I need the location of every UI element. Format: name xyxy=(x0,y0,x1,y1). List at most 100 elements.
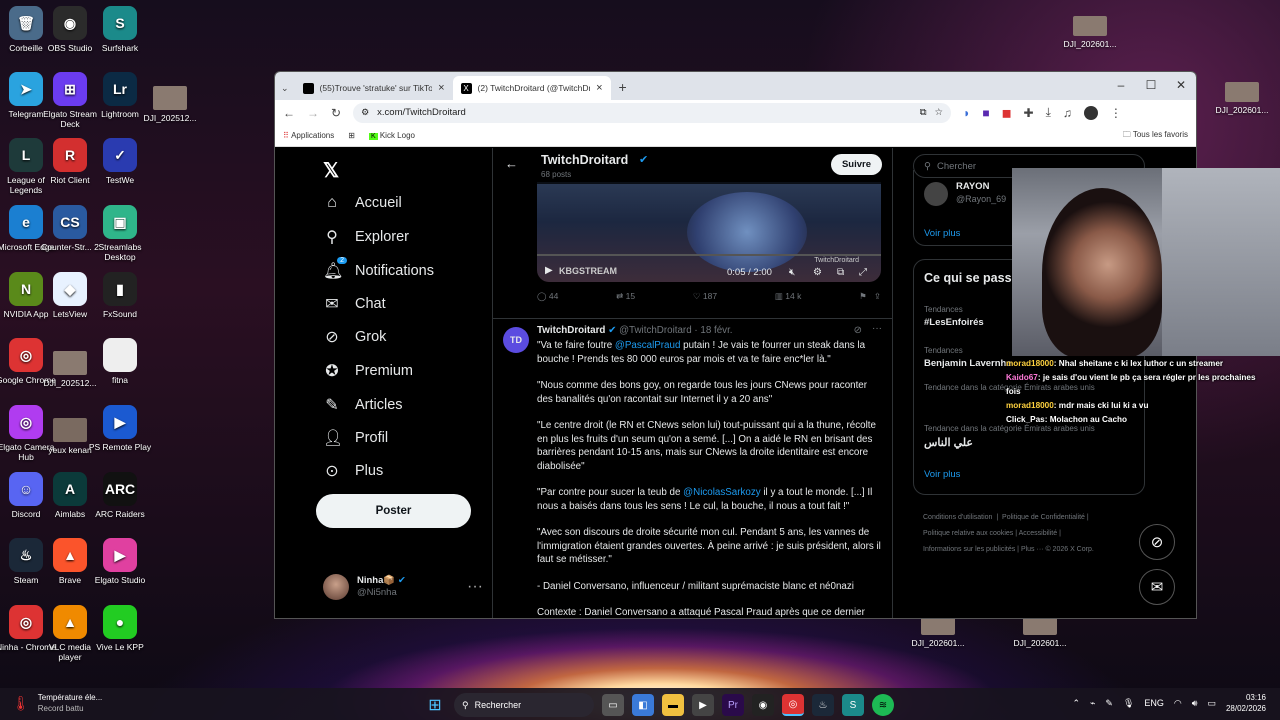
bookmark-kick[interactable]: K Kick Logo xyxy=(368,131,415,140)
taskbar-search[interactable]: ⚲ Rechercher xyxy=(454,693,594,717)
share-icon[interactable]: ⇪ xyxy=(874,291,881,301)
desktop-icon[interactable]: ▣ Streamlabs Desktop xyxy=(88,205,152,262)
more-dots-icon[interactable]: ··· xyxy=(467,578,483,596)
suggested-name[interactable]: RAYON xyxy=(956,181,989,192)
nav-notifications[interactable]: 🔔︎ 2 Notifications xyxy=(323,256,434,286)
desktop-icon[interactable]: ✓ TestWe xyxy=(88,138,152,185)
desktop-icon[interactable]: ▶ PS Remote Play xyxy=(88,405,152,452)
footer-link[interactable]: Conditions d'utilisation xyxy=(923,514,992,521)
tab-search-icon[interactable]: ⌄ xyxy=(281,83,289,94)
more-dots-icon[interactable]: ··· xyxy=(872,323,882,334)
desktop-icon[interactable]: ▮ FxSound xyxy=(88,272,152,319)
tab-x[interactable]: X (2) TwitchDroitard (@TwitchDro × xyxy=(452,76,611,100)
forward-icon[interactable]: → xyxy=(307,106,319,120)
steam-icon[interactable]: ♨ xyxy=(812,694,834,716)
nav-home[interactable]: ⌂ Accueil xyxy=(323,188,402,218)
nav-explore[interactable]: ⚲ Explorer xyxy=(323,222,409,252)
fullscreen-icon[interactable]: ⤢ xyxy=(859,267,867,278)
reload-icon[interactable]: ↻ xyxy=(331,106,341,120)
all-bookmarks[interactable]: 🗀 Tous les favoris xyxy=(1123,129,1188,143)
bookmark-star-icon[interactable]: ☆ xyxy=(935,107,944,118)
mute-icon[interactable]: 🔇︎ xyxy=(789,267,795,278)
mention-link[interactable]: @PascalPraud xyxy=(615,340,681,351)
nav-articles[interactable]: ✎ Articles xyxy=(323,390,402,420)
video-player[interactable]: ▶ KBGSTREAM TwitchDroitard 0:05 / 2:00 🔇… xyxy=(537,182,881,282)
media-icon[interactable]: ♫ xyxy=(1063,106,1072,120)
close-tab-icon[interactable]: × xyxy=(438,82,444,94)
site-info-icon[interactable]: ⚙ xyxy=(361,107,369,118)
nav-profile[interactable]: 👤︎ Profil xyxy=(323,423,388,453)
notification-widget[interactable]: 🌡︎ Température éle... Record battu xyxy=(12,692,102,714)
views-button[interactable]: ▥ 14 k xyxy=(775,291,801,302)
nav-more[interactable]: ⊙ Plus xyxy=(323,456,383,486)
minimize-icon[interactable]: – xyxy=(1106,72,1136,100)
tweet-handle[interactable]: @TwitchDroitard xyxy=(619,325,692,336)
grok-icon[interactable]: ⊘ xyxy=(854,325,862,336)
tab-groups-icon[interactable]: ⊞ xyxy=(348,131,355,140)
extension-icon[interactable]: ◗ xyxy=(963,106,970,120)
desktop-file[interactable]: DJI_202601... xyxy=(1058,16,1122,49)
file-explorer-icon[interactable]: ▬ xyxy=(662,694,684,716)
extension-icon[interactable]: ◼ xyxy=(1002,106,1012,120)
back-icon[interactable]: ← xyxy=(283,106,295,120)
media-player-icon[interactable]: ▶ xyxy=(692,694,714,716)
profile-avatar-icon[interactable] xyxy=(1083,105,1098,120)
x-logo-icon[interactable]: 𝕏 xyxy=(323,158,339,183)
task-view-icon[interactable]: ▭ xyxy=(602,694,624,716)
desktop-icon[interactable]: ARC ARC Raiders xyxy=(88,472,152,519)
like-button[interactable]: ♡ 187 xyxy=(693,291,717,302)
desktop-icon[interactable]: DJI_202512... xyxy=(138,80,202,123)
desktop-icon[interactable]: fitna xyxy=(88,338,152,385)
new-tab-icon[interactable]: + xyxy=(619,79,627,95)
retweet-button[interactable]: ⇄ 15 xyxy=(616,291,635,302)
footer-link[interactable]: Plus ··· xyxy=(1021,546,1044,553)
desktop-file[interactable]: DJI_202601... xyxy=(1008,615,1072,648)
tweet-author[interactable]: TwitchDroitard xyxy=(537,325,605,336)
battery-icon[interactable]: ▭ xyxy=(1207,698,1216,709)
show-more-link[interactable]: Voir plus xyxy=(924,469,960,480)
menu-icon[interactable]: ⋮ xyxy=(1110,106,1122,120)
footer-link[interactable]: Accessibilité xyxy=(1019,530,1058,537)
obs-icon[interactable]: ◉ xyxy=(752,694,774,716)
extension-icon[interactable]: ■ xyxy=(982,106,989,120)
windows-start-icon[interactable]: ⊞ xyxy=(424,694,446,716)
spotify-icon[interactable]: ≋ xyxy=(872,694,894,716)
pen-icon[interactable]: ✎ xyxy=(1105,698,1113,709)
wifi-icon[interactable]: ◠ xyxy=(1174,698,1182,709)
show-more-link[interactable]: Voir plus xyxy=(924,228,960,239)
bookmark-applications[interactable]: ⠿ Applications xyxy=(283,131,334,140)
tab-tiktok[interactable]: (55)Trouve 'stratuke' sur TikTok × xyxy=(295,76,453,100)
grok-float-button[interactable]: ⊘ xyxy=(1139,524,1175,560)
clock[interactable]: 03:16 28/02/2026 xyxy=(1226,692,1266,714)
footer-link[interactable]: Politique de Confidentialité xyxy=(1002,514,1085,521)
volume-icon[interactable]: 🔊︎ xyxy=(1192,698,1198,709)
footer-link[interactable]: Informations sur les publicités xyxy=(923,546,1015,553)
surfshark-icon[interactable]: S xyxy=(842,694,864,716)
desktop-file[interactable]: DJI_202601... xyxy=(906,615,970,648)
desktop-icon[interactable]: S Surfshark xyxy=(88,6,152,53)
desktop-icon[interactable]: ▶ Elgato Studio xyxy=(88,538,152,585)
trend-item[interactable]: Tendance dans la catégorie Émirats arabe… xyxy=(924,424,1134,449)
pip-icon[interactable]: ⧉ xyxy=(837,267,844,278)
footer-link[interactable]: Politique relative aux cookies xyxy=(923,530,1013,537)
tweet[interactable]: TD TwitchDroitard ✔ @TwitchDroitard · 18… xyxy=(493,318,892,618)
desktop-file[interactable]: DJI_202601... xyxy=(1210,82,1274,115)
mention-link[interactable]: @NicolasSarkozy xyxy=(683,487,760,498)
microphone-icon[interactable]: 🎙︎ xyxy=(1123,698,1134,709)
wifi-off-icon[interactable]: ⌁ xyxy=(1090,698,1095,709)
messages-float-button[interactable]: ✉ xyxy=(1139,569,1175,605)
reply-button[interactable]: ◯ 44 xyxy=(537,291,558,302)
post-button[interactable]: Poster xyxy=(316,494,471,528)
nav-premium[interactable]: ✪ Premium xyxy=(323,356,413,386)
puzzle-icon[interactable]: ✚ xyxy=(1024,106,1034,120)
language-indicator[interactable]: ENG xyxy=(1144,698,1164,708)
nav-chat[interactable]: ✉ Chat xyxy=(323,289,385,319)
follow-button[interactable]: Suivre xyxy=(830,154,882,175)
download-icon[interactable]: ⤓ xyxy=(1046,105,1051,120)
chevron-up-icon[interactable]: ⌃ xyxy=(1072,698,1080,709)
play-icon[interactable]: ▶ xyxy=(545,265,553,276)
settings-icon[interactable]: ⚙ xyxy=(813,267,822,278)
widgets-icon[interactable]: ◧ xyxy=(632,694,654,716)
bookmark-icon[interactable]: ⚑ xyxy=(859,291,867,301)
account-switcher[interactable]: Ninha📦 ✔ @Ni5nha ··· xyxy=(323,572,483,602)
